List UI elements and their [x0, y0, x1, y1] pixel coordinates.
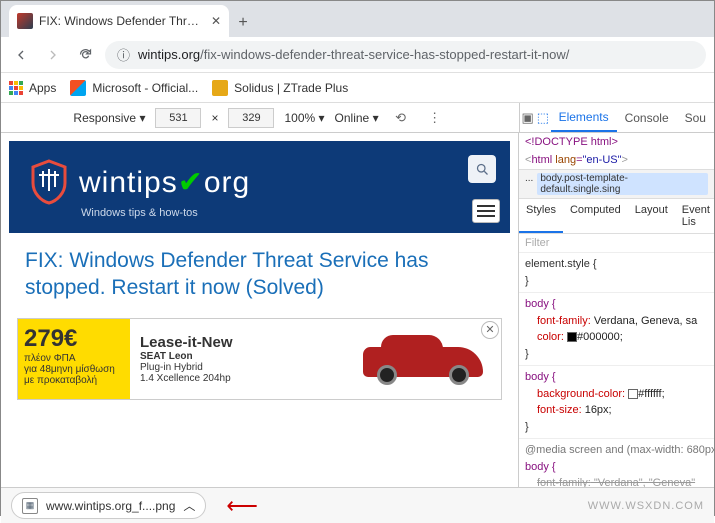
ad-close-icon[interactable]: ✕ — [481, 321, 499, 339]
download-filename: www.wintips.org_f....png — [46, 499, 175, 513]
throttle-dropdown[interactable]: Online ▾ — [335, 111, 379, 125]
ad-price: 279€ — [24, 325, 124, 353]
rule-media-1[interactable]: @media screen and (max-width: 680px body… — [519, 439, 714, 487]
dom-doctype[interactable]: <!DOCTYPE html> — [519, 133, 714, 151]
tab-strip: FIX: Windows Defender Threat Se ✕ + — [1, 1, 714, 37]
subtab-events[interactable]: Event Lis — [675, 199, 714, 233]
site-header: wintips✔org Windows tips & how-tos — [9, 141, 510, 233]
width-input[interactable]: 531 — [155, 108, 201, 128]
rule-body-2[interactable]: body { background-color: #ffffff; font-s… — [519, 366, 714, 439]
menu-icon[interactable] — [472, 199, 500, 223]
image-file-icon: ▦ — [22, 498, 38, 514]
rule-body-1[interactable]: body { font-family: Verdana, Geneva, sa … — [519, 293, 714, 366]
device-viewport: wintips✔org Windows tips & how-tos FIX: … — [1, 133, 519, 487]
apps-button[interactable]: Apps — [9, 81, 56, 95]
page-preview[interactable]: wintips✔org Windows tips & how-tos FIX: … — [9, 141, 510, 479]
subtab-layout[interactable]: Layout — [628, 199, 675, 233]
article-body: FIX: Windows Defender Threat Service has… — [9, 233, 510, 316]
devtools-toolbar: Responsive ▾ 531 × 329 100% ▾ Online ▾ ⟲… — [1, 103, 714, 133]
zoom-dropdown[interactable]: 100% ▾ — [284, 111, 324, 125]
height-input[interactable]: 329 — [228, 108, 274, 128]
bookmark-solidus[interactable]: Solidus | ZTrade Plus — [212, 80, 348, 96]
bookmarks-bar: Apps Microsoft - Official... Solidus | Z… — [1, 73, 714, 103]
new-tab-button[interactable]: + — [229, 9, 257, 37]
download-chip[interactable]: ▦ www.wintips.org_f....png ︿ — [11, 492, 206, 519]
back-button[interactable] — [9, 43, 33, 67]
tab-favicon — [17, 13, 33, 29]
address-bar[interactable]: ⓘ wintips.org/fix-windows-defender-threa… — [105, 41, 706, 69]
car-image — [363, 327, 493, 387]
downloads-bar: ▦ www.wintips.org_f....png ︿ ⟵ WWW.WSXDN… — [1, 487, 714, 523]
rule-element-style[interactable]: element.style {} — [519, 253, 714, 293]
subtab-computed[interactable]: Computed — [563, 199, 628, 233]
tab-elements[interactable]: Elements — [551, 103, 617, 132]
bookmark-microsoft[interactable]: Microsoft - Official... — [70, 80, 198, 96]
reload-button[interactable] — [73, 43, 97, 67]
tab-console[interactable]: Console — [617, 103, 677, 132]
devtools-panel[interactable]: <!DOCTYPE html> <html lang="en-US"> ...b… — [519, 133, 714, 487]
search-icon[interactable] — [468, 155, 496, 183]
article-title: FIX: Windows Defender Threat Service has… — [25, 247, 494, 302]
tab-title: FIX: Windows Defender Threat Se — [39, 14, 205, 28]
watermark: WWW.WSXDN.COM — [588, 500, 704, 512]
dom-html[interactable]: <html lang="en-US"> — [519, 151, 714, 169]
dom-breadcrumb[interactable]: ...body.post-template-default.single.sin… — [519, 169, 714, 199]
subtab-styles[interactable]: Styles — [519, 199, 563, 233]
logo-text: wintips✔org — [79, 165, 250, 200]
browser-toolbar: ⓘ wintips.org/fix-windows-defender-threa… — [1, 37, 714, 73]
forward-button[interactable] — [41, 43, 65, 67]
inspect-icon[interactable]: ▣ — [520, 110, 535, 126]
annotation-arrow-icon: ⟵ — [226, 493, 258, 519]
ad-banner[interactable]: 279€ πλέον ΦΠΑ για 48μηνη μίσθωση με προ… — [17, 318, 502, 400]
close-icon[interactable]: ✕ — [211, 14, 221, 28]
browser-tab[interactable]: FIX: Windows Defender Threat Se ✕ — [9, 5, 229, 37]
styles-filter[interactable]: Filter — [519, 234, 714, 253]
site-info-icon[interactable]: ⓘ — [117, 45, 130, 64]
device-toggle-icon[interactable]: ⬚ — [535, 110, 550, 126]
styles-subtabs: Styles Computed Layout Event Lis — [519, 199, 714, 234]
tab-sources[interactable]: Sou — [677, 103, 714, 132]
logo-shield-icon — [29, 159, 69, 205]
more-icon[interactable]: ⋮ — [423, 110, 447, 126]
rotate-icon[interactable]: ⟲ — [389, 110, 413, 126]
chevron-up-icon[interactable]: ︿ — [183, 497, 195, 514]
logo-tagline: Windows tips & how-tos — [81, 207, 490, 219]
url-text: wintips.org/fix-windows-defender-threat-… — [138, 47, 569, 62]
device-dropdown[interactable]: Responsive ▾ — [73, 111, 145, 125]
